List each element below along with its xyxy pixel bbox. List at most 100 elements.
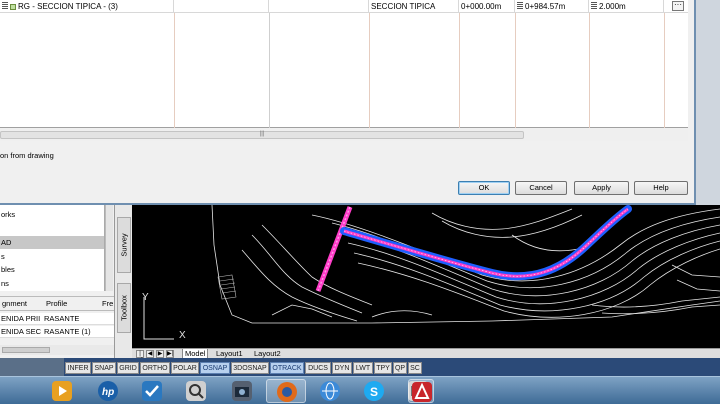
taskbar-camera[interactable] [222, 379, 262, 403]
check-app-icon [142, 381, 162, 401]
row-handle-icon [2, 2, 8, 10]
tree-item[interactable]: ns [0, 277, 104, 290]
grid-cell-name[interactable]: RG - SECCION TIPICA - (3) [0, 0, 174, 13]
list-item[interactable]: ENIDA SEC RASANTE (1) [0, 326, 114, 338]
next-tab-button[interactable]: ▶ [156, 350, 164, 358]
grid-cell-more[interactable]: ··· [664, 0, 688, 13]
column-divider [459, 13, 460, 128]
column-divider [174, 13, 175, 128]
column-divider [269, 13, 270, 128]
cross-road [315, 206, 353, 292]
toggle-sc[interactable]: SC [408, 362, 422, 374]
taskbar-check-app[interactable] [132, 379, 172, 403]
taskbar-firefox[interactable] [266, 379, 306, 403]
tab-survey[interactable]: Survey [117, 217, 131, 273]
taskbar-globe[interactable] [310, 379, 350, 403]
list-item[interactable]: ENIDA PRII RASANTE [0, 313, 114, 325]
tree-item[interactable]: orks [0, 208, 104, 221]
grid-cell-increment[interactable]: 2.000m [589, 0, 664, 13]
column-header-profile[interactable]: Profile [46, 297, 67, 311]
skype-icon: S [364, 381, 384, 401]
alignment-list-header: gnment Profile Fre [0, 296, 114, 311]
tab-survey-label: Survey [119, 233, 129, 257]
coordinates-readout [0, 358, 64, 376]
apply-button[interactable]: Apply [574, 181, 629, 195]
drawing-svg: Y X [142, 205, 720, 341]
status-bar: INFER SNAP GRID ORTHO POLAR OSNAP 3DOSNA… [0, 358, 720, 376]
ucs-icon [143, 297, 174, 340]
taskbar-autocad[interactable] [408, 379, 434, 403]
magnifier-app-icon [186, 381, 206, 401]
scroll-thumb[interactable] [2, 347, 50, 353]
windows-taskbar: hp S [0, 376, 720, 404]
camera-app-icon [232, 381, 252, 401]
globe-app-icon [320, 381, 340, 401]
profile-cell: RASANTE [44, 314, 80, 323]
ellipsis-button[interactable]: ··· [672, 1, 684, 11]
horizontal-scrollbar[interactable]: ||| [0, 129, 688, 141]
scroll-thumb[interactable]: ||| [0, 131, 524, 139]
column-divider [515, 13, 516, 128]
tree-item[interactable]: bles [0, 263, 104, 276]
tree-item-selected[interactable]: AD [0, 236, 104, 249]
row-name-text: RG - SECCION TIPICA - (3) [18, 2, 118, 11]
tree-item[interactable]: s [0, 250, 104, 263]
ucs-x-label: X [179, 330, 186, 341]
toggle-snap[interactable]: SNAP [92, 362, 116, 374]
tree-scrollbar[interactable] [105, 205, 113, 291]
taskbar-media-player[interactable] [42, 379, 82, 403]
alignment-cell: ENIDA SEC [1, 327, 42, 336]
media-player-icon [52, 381, 72, 401]
toggle-infer[interactable]: INFER [65, 362, 91, 374]
first-tab-button[interactable]: |◀ [136, 350, 144, 363]
toggle-otrack[interactable]: OTRACK [270, 362, 304, 374]
section-text: SECCION TIPICA [371, 2, 436, 11]
tab-toolbox[interactable]: Toolbox [117, 283, 131, 333]
taskbar-hp[interactable]: hp [88, 379, 128, 403]
from-drawing-label[interactable]: on from drawing [0, 151, 54, 160]
column-divider [589, 13, 590, 128]
end-station-text: 0+984.57m [525, 2, 566, 11]
ucs-y-label: Y [142, 292, 149, 303]
toggle-grid[interactable]: GRID [117, 362, 139, 374]
toggle-polar[interactable]: POLAR [171, 362, 199, 374]
prospector-tree: orks AD s bles ns [0, 205, 105, 291]
grid-cell-empty-1[interactable] [174, 0, 269, 13]
toggle-ortho[interactable]: ORTHO [140, 362, 170, 374]
tab-toolbox-label: Toolbox [119, 295, 129, 321]
grid-cell-section[interactable]: SECCION TIPICA [369, 0, 459, 13]
prev-tab-button[interactable]: ◀ [146, 350, 154, 358]
scroll-grip: ||| [259, 131, 265, 137]
last-tab-button[interactable]: ▶| [166, 350, 174, 358]
column-header-free[interactable]: Fre [102, 297, 113, 311]
section-icon [10, 4, 16, 10]
sections-grid: RG - SECCION TIPICA - (3) SECCION TIPICA… [0, 0, 688, 128]
list-scrollbar[interactable] [0, 345, 114, 355]
start-station-text: 0+000.00m [461, 2, 502, 11]
svg-text:hp: hp [102, 387, 114, 398]
toggle-tpy[interactable]: TPY [374, 362, 392, 374]
column-divider [664, 13, 665, 128]
toggle-lwt[interactable]: LWT [353, 362, 373, 374]
autocad-icon [412, 382, 432, 402]
column-divider [369, 13, 370, 128]
grid-cell-end[interactable]: 0+984.57m [515, 0, 589, 13]
toggle-dyn[interactable]: DYN [332, 362, 352, 374]
toggle-ducs[interactable]: DUCS [305, 362, 331, 374]
taskbar-magnifier[interactable] [176, 379, 216, 403]
toggle-3dosnap[interactable]: 3DOSNAP [231, 362, 269, 374]
grid-cell-start[interactable]: 0+000.00m [459, 0, 515, 13]
alignment-cell: ENIDA PRII [1, 314, 41, 323]
toggle-osnap[interactable]: OSNAP [200, 362, 230, 374]
cancel-button[interactable]: Cancel [515, 181, 567, 195]
grid-cell-empty-2[interactable] [269, 0, 369, 13]
ok-button[interactable]: OK [458, 181, 510, 195]
svg-text:S: S [370, 385, 378, 399]
taskbar-skype[interactable]: S [354, 379, 394, 403]
drawing-area[interactable]: Y X [132, 205, 720, 358]
layout-tabs-bar: |◀ ◀ ▶ ▶| Model Layout1 Layout2 [132, 348, 720, 363]
toggle-qp[interactable]: QP [393, 362, 407, 374]
help-button[interactable]: Help [634, 181, 688, 195]
column-header-alignment[interactable]: gnment [2, 297, 27, 311]
increment-text: 2.000m [599, 2, 626, 11]
